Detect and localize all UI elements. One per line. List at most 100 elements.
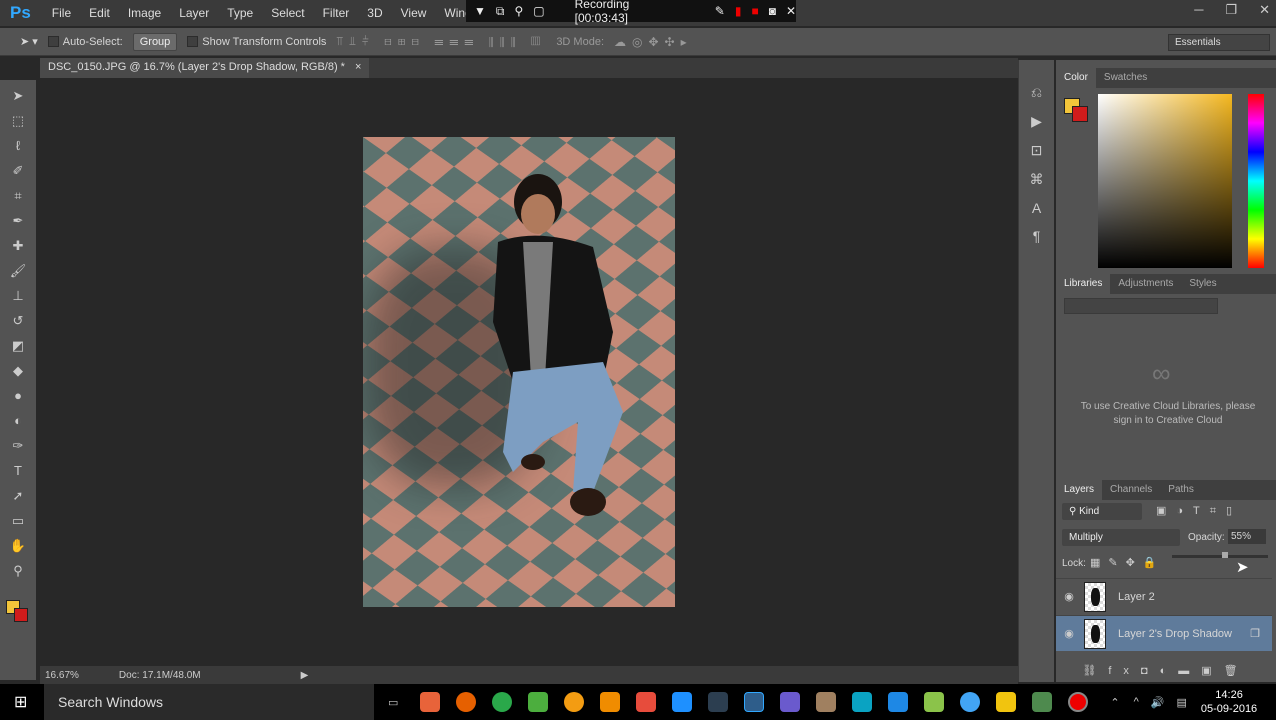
menu-layer[interactable]: Layer	[170, 6, 218, 20]
history-icon[interactable]: ⎌	[1031, 84, 1042, 101]
close-icon[interactable]: ✕	[786, 4, 796, 18]
app-icon[interactable]	[816, 692, 837, 712]
app-icon[interactable]	[420, 692, 441, 712]
notifications-icon[interactable]: ▤	[1177, 696, 1187, 709]
layer-row-selected[interactable]: ◉ Layer 2's Drop Shadow ❐	[1056, 615, 1272, 651]
app-icon[interactable]	[528, 692, 549, 712]
copy-icon[interactable]: ⧉	[496, 4, 505, 19]
group-select[interactable]: Group	[132, 32, 178, 51]
region-icon[interactable]: ▢	[533, 4, 544, 18]
taskbar-scroll-icon[interactable]: ⌃	[1110, 696, 1119, 709]
align-icons[interactable]: ⫪⫫⫩ ⊟⊞⊟ ☰☰☰ ⫴⫴⫴ ▥	[336, 34, 546, 49]
taskbar-search[interactable]: Search Windows	[44, 684, 374, 720]
menu-image[interactable]: Image	[119, 6, 170, 20]
show-transform-checkbox[interactable]: Show Transform Controls	[187, 36, 326, 48]
task-view-icon[interactable]: ▭	[388, 696, 398, 709]
hue-slider[interactable]	[1248, 94, 1264, 268]
tab-layers[interactable]: Layers	[1056, 480, 1103, 500]
pencil-icon[interactable]: ✎	[715, 4, 725, 18]
3d-mode-icons[interactable]: ☁◎✥✣▸	[614, 35, 693, 49]
visibility-eye-icon[interactable]: ◉	[1056, 590, 1082, 603]
tab-channels[interactable]: Channels	[1102, 480, 1160, 500]
library-select[interactable]	[1064, 298, 1218, 314]
workspace-select[interactable]: Essentials	[1168, 34, 1270, 51]
history-brush-icon[interactable]: ↺	[7, 311, 29, 331]
dodge-tool-icon[interactable]: ◐	[7, 411, 29, 431]
tab-paths[interactable]: Paths	[1160, 480, 1202, 500]
opacity-slider-handle[interactable]	[1222, 552, 1228, 558]
firefox-icon[interactable]	[456, 692, 477, 712]
app-icon[interactable]	[1032, 692, 1053, 712]
tab-adjustments[interactable]: Adjustments	[1110, 274, 1181, 294]
app-icon[interactable]	[996, 692, 1017, 712]
move-tool-icon[interactable]: ➤	[7, 86, 29, 106]
restore-icon[interactable]: ❐	[1225, 2, 1237, 18]
layer-row[interactable]: ◉ Layer 2	[1056, 578, 1272, 614]
marquee-tool-icon[interactable]: ⬚	[7, 111, 29, 131]
visibility-eye-icon[interactable]: ◉	[1056, 627, 1082, 640]
lock-icons[interactable]: ▦✎✥🔒	[1090, 556, 1165, 569]
vlc-icon[interactable]	[600, 692, 621, 712]
tab-close-icon[interactable]: ×	[355, 61, 361, 75]
paragraph-icon[interactable]: ¶	[1033, 228, 1041, 244]
brush-presets-icon[interactable]: ⌘	[1030, 171, 1044, 188]
stop-icon[interactable]: ■	[751, 4, 758, 18]
menu-3d[interactable]: 3D	[358, 6, 391, 20]
app-icon[interactable]	[852, 692, 873, 712]
pause-icon[interactable]: ▮	[735, 4, 742, 18]
hand-tool-icon[interactable]: ✋	[7, 536, 29, 556]
minimize-icon[interactable]: ─	[1194, 2, 1203, 18]
status-arrow-icon[interactable]: ▶	[301, 670, 309, 681]
close-window-icon[interactable]: ✕	[1259, 2, 1270, 18]
healing-tool-icon[interactable]: ✚	[7, 236, 29, 256]
clock[interactable]: 14:26 05-09-2016	[1201, 688, 1257, 716]
lasso-tool-icon[interactable]: ℓ	[7, 136, 29, 156]
character-icon[interactable]: A	[1032, 200, 1041, 216]
app-icon[interactable]	[924, 692, 945, 712]
layers-footer-icons[interactable]: ⛓fx◘◐▬▣🗑	[1056, 664, 1276, 682]
recorder-icon[interactable]	[1068, 692, 1089, 712]
menu-file[interactable]: File	[43, 6, 80, 20]
menu-view[interactable]: View	[392, 6, 436, 20]
menu-select[interactable]: Select	[262, 6, 313, 20]
menu-type[interactable]: Type	[218, 6, 262, 20]
photoshop-taskbar-icon[interactable]	[744, 692, 765, 712]
document-tab[interactable]: DSC_0150.JPG @ 16.7% (Layer 2's Drop Sha…	[40, 58, 370, 78]
tab-styles[interactable]: Styles	[1181, 274, 1224, 294]
background-color-swatch[interactable]	[14, 608, 28, 622]
move-tool-icon[interactable]: ➤ ▾	[20, 35, 38, 48]
tab-libraries[interactable]: Libraries	[1056, 274, 1111, 294]
gradient-tool-icon[interactable]: ◆	[7, 361, 29, 381]
chrome-icon[interactable]	[492, 692, 513, 712]
app-icon[interactable]	[672, 692, 693, 712]
volume-icon[interactable]: 🔊	[1151, 696, 1165, 709]
tray-chevron-icon[interactable]: ^	[1134, 696, 1139, 708]
dropdown-icon[interactable]: ▼	[474, 4, 486, 18]
quick-select-tool-icon[interactable]: ✐	[7, 161, 29, 181]
app-icon[interactable]	[708, 692, 729, 712]
eyedropper-tool-icon[interactable]: ✒	[7, 211, 29, 231]
color-background-swatch[interactable]	[1072, 106, 1088, 122]
windows-start-icon[interactable]: ⊞	[14, 692, 27, 712]
adjustments-icon[interactable]: ⊡	[1031, 142, 1043, 159]
zoom-tool-icon[interactable]: ⚲	[7, 561, 29, 581]
zoom-icon[interactable]: ⚲	[514, 4, 523, 18]
stamp-tool-icon[interactable]: ⊥	[7, 286, 29, 306]
tab-color[interactable]: Color	[1056, 68, 1096, 88]
menu-edit[interactable]: Edit	[80, 6, 119, 20]
document-image[interactable]	[363, 137, 675, 607]
shape-tool-icon[interactable]: ▭	[7, 511, 29, 531]
app-icon[interactable]	[780, 692, 801, 712]
layer-filter-icons[interactable]: ▣◑T⌗▯	[1156, 504, 1242, 518]
crop-tool-icon[interactable]: ⌗	[7, 186, 29, 206]
pen-tool-icon[interactable]: ✑	[7, 436, 29, 456]
type-tool-icon[interactable]: T	[7, 461, 29, 481]
zoom-level[interactable]: 16.67%	[45, 670, 79, 681]
blur-tool-icon[interactable]: ●	[7, 386, 29, 406]
menu-filter[interactable]: Filter	[314, 6, 359, 20]
eraser-tool-icon[interactable]: ◩	[7, 336, 29, 356]
blend-mode-select[interactable]: Multiply	[1062, 529, 1180, 546]
layer-filter-select[interactable]: ⚲ Kind	[1062, 503, 1142, 520]
opacity-slider[interactable]	[1172, 552, 1268, 558]
app-icon[interactable]	[960, 692, 981, 712]
